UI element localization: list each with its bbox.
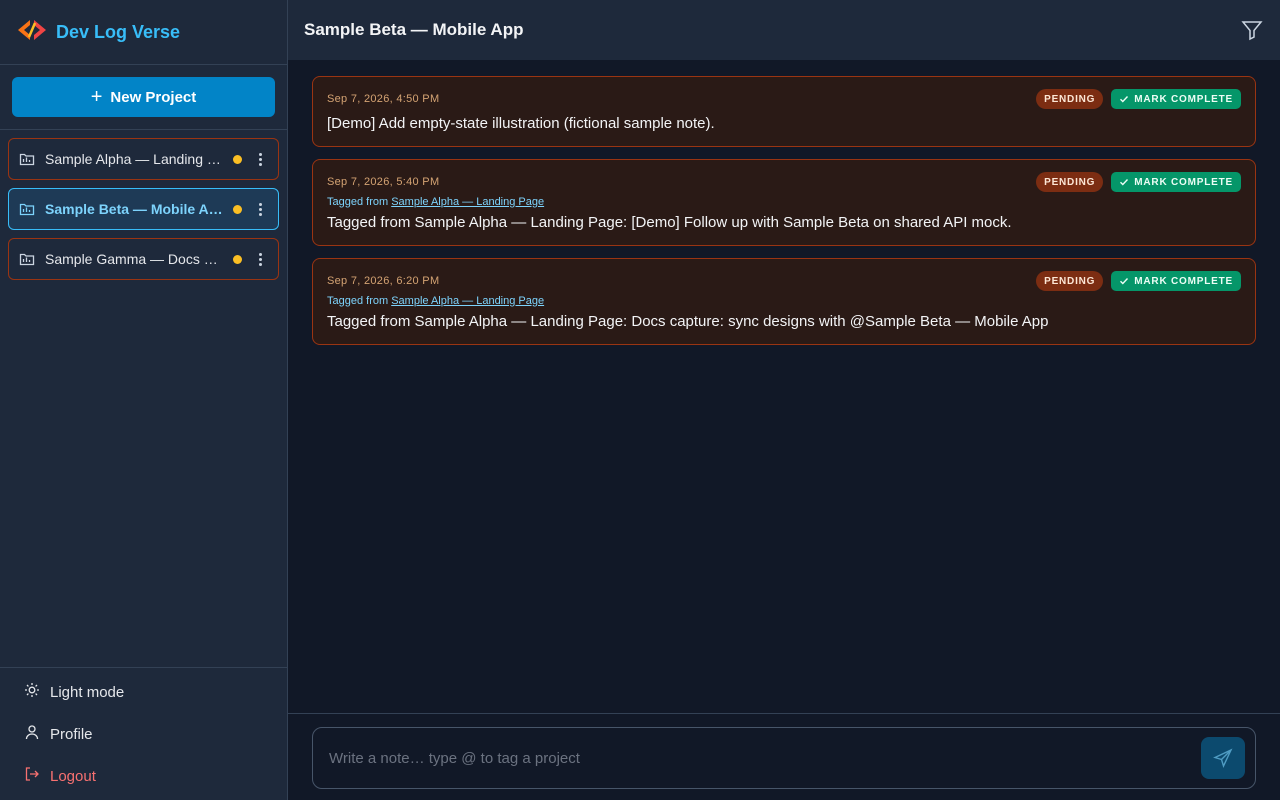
tagged-prefix: Tagged from (327, 295, 389, 307)
mark-complete-label: MARK COMPLETE (1134, 275, 1233, 287)
composer (312, 727, 1256, 789)
status-badge: PENDING (1036, 271, 1104, 291)
note-timestamp: Sep 7, 2026, 5:40 PM (327, 176, 440, 188)
mark-complete-label: MARK COMPLETE (1134, 93, 1233, 105)
notes-list: Sep 7, 2026, 4:50 PM PENDING MARK COMPLE… (312, 76, 1256, 345)
mark-complete-button[interactable]: MARK COMPLETE (1111, 172, 1241, 192)
mark-complete-button[interactable]: MARK COMPLETE (1111, 271, 1241, 291)
note-input[interactable] (329, 749, 1201, 767)
more-options-icon[interactable] (252, 252, 268, 266)
tagged-project-link[interactable]: Sample Alpha — Landing Page (391, 196, 544, 208)
logout-label: Logout (50, 767, 96, 785)
profile-link[interactable]: Profile (16, 722, 271, 746)
note-card: Sep 7, 2026, 6:20 PM PENDING MARK COMPLE… (312, 258, 1256, 345)
app-name: Dev Log Verse (56, 21, 181, 42)
sun-icon (24, 682, 40, 702)
tagged-project-link[interactable]: Sample Alpha — Landing Page (391, 295, 544, 307)
brand[interactable]: Dev Log Verse (0, 0, 287, 65)
plus-icon: + (90, 86, 103, 108)
filter-icon[interactable] (1240, 18, 1264, 42)
tagged-prefix: Tagged from (327, 196, 389, 208)
check-icon (1120, 96, 1129, 103)
new-project-button[interactable]: + New Project (12, 77, 275, 117)
folder-icon (19, 201, 35, 217)
project-item-gamma[interactable]: Sample Gamma — Docs Site (8, 238, 279, 280)
send-icon (1213, 748, 1233, 768)
project-name: Sample Alpha — Landing Page (45, 151, 223, 167)
status-dot (233, 154, 242, 164)
tagged-from: Tagged from Sample Alpha — Landing Page (327, 295, 1241, 307)
mark-complete-button[interactable]: MARK COMPLETE (1111, 89, 1241, 109)
more-options-icon[interactable] (252, 202, 268, 216)
more-options-icon[interactable] (252, 152, 268, 166)
sidebar: Dev Log Verse + New Project Sample Alpha… (0, 0, 288, 800)
note-card: Sep 7, 2026, 5:40 PM PENDING MARK COMPLE… (312, 159, 1256, 246)
note-card: Sep 7, 2026, 4:50 PM PENDING MARK COMPLE… (312, 76, 1256, 147)
logout-icon (24, 766, 40, 786)
note-text: Tagged from Sample Alpha — Landing Page:… (327, 313, 1049, 330)
sidebar-footer: Light mode Profile Logout (0, 667, 287, 800)
status-dot (233, 254, 242, 264)
send-button[interactable] (1201, 737, 1245, 779)
header: Sample Beta — Mobile App (288, 0, 1280, 60)
folder-icon (19, 151, 35, 167)
check-icon (1120, 278, 1129, 285)
project-name: Sample Beta — Mobile App (45, 201, 223, 217)
project-item-beta[interactable]: Sample Beta — Mobile App (8, 188, 279, 230)
composer-area (288, 713, 1280, 800)
page-title: Sample Beta — Mobile App (304, 20, 524, 39)
mark-complete-label: MARK COMPLETE (1134, 176, 1233, 188)
status-dot (233, 204, 242, 214)
light-mode-toggle[interactable]: Light mode (16, 680, 271, 704)
user-icon (24, 724, 40, 744)
profile-label: Profile (50, 725, 93, 743)
note-text: [Demo] Add empty-state illustration (fic… (327, 115, 715, 132)
folder-icon (19, 251, 35, 267)
project-item-alpha[interactable]: Sample Alpha — Landing Page (8, 138, 279, 180)
status-badge: PENDING (1036, 172, 1104, 192)
project-name: Sample Gamma — Docs Site (45, 251, 223, 267)
check-icon (1120, 179, 1129, 186)
logo-icon (16, 14, 48, 51)
status-badge: PENDING (1036, 89, 1104, 109)
logout-link[interactable]: Logout (16, 764, 271, 788)
note-text: Tagged from Sample Alpha — Landing Page:… (327, 214, 1012, 231)
tagged-from: Tagged from Sample Alpha — Landing Page (327, 196, 1241, 208)
note-timestamp: Sep 7, 2026, 4:50 PM (327, 93, 440, 105)
new-project-label: New Project (110, 88, 197, 106)
light-mode-label: Light mode (50, 683, 125, 701)
note-timestamp: Sep 7, 2026, 6:20 PM (327, 275, 440, 287)
project-list: Sample Alpha — Landing Page Sample Beta … (0, 130, 287, 667)
